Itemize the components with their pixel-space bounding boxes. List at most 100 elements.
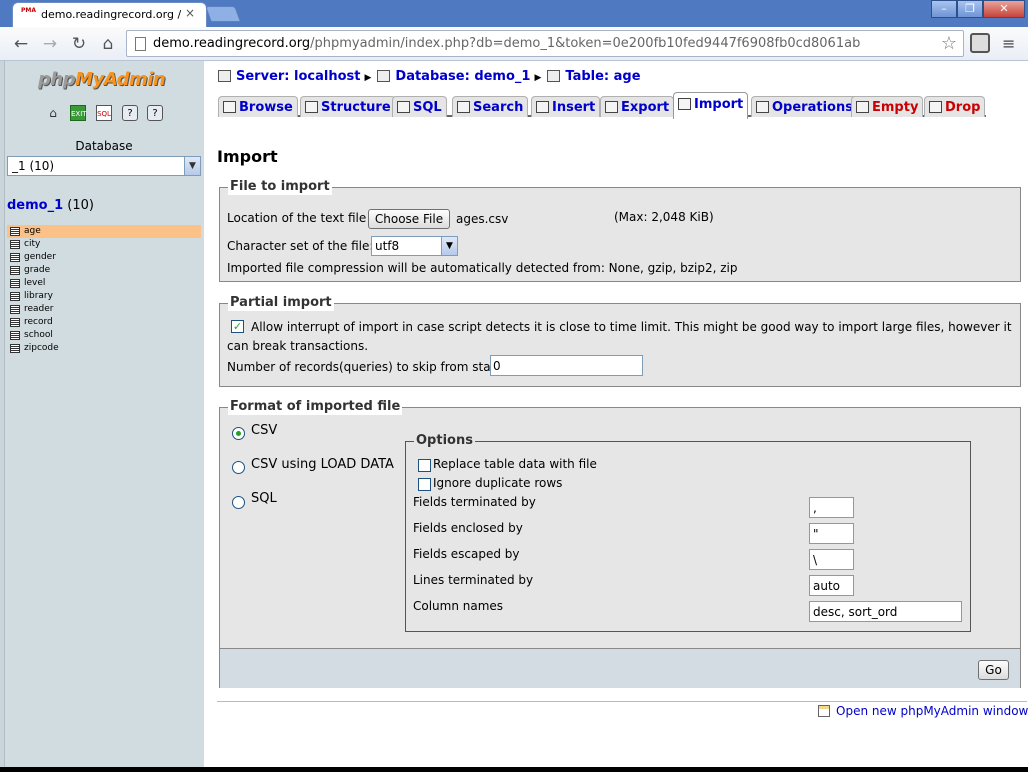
table-link[interactable]: reader (24, 304, 54, 314)
table-link[interactable]: grade (24, 265, 50, 275)
window-maximize-button[interactable]: ❐ (957, 0, 983, 18)
table-list-item[interactable]: reader (7, 303, 201, 316)
go-button[interactable]: Go (978, 660, 1009, 680)
format-radio-csv[interactable] (232, 427, 245, 440)
window-minimize-button[interactable]: – (931, 0, 957, 18)
tab-close-icon[interactable]: × (185, 6, 195, 20)
tab-export[interactable]: Export (600, 96, 675, 117)
table-list-item[interactable]: age (7, 225, 201, 238)
url-text[interactable]: demo.readingrecord.org/phpmyadmin/index.… (153, 36, 860, 51)
choose-file-button[interactable]: Choose File (368, 209, 450, 229)
tab-structure[interactable]: Structure (300, 96, 396, 117)
chrome-menu-icon[interactable]: ≡ (1002, 34, 1015, 53)
table-icon[interactable] (10, 318, 20, 327)
address-bar[interactable]: demo.readingrecord.org/phpmyadmin/index.… (126, 30, 964, 57)
format-radio-sql[interactable] (232, 496, 245, 509)
tab-insert[interactable]: Insert (531, 96, 601, 117)
lines-terminated-input[interactable]: auto (809, 575, 854, 596)
tab-drop[interactable]: Drop (924, 96, 986, 117)
sql-icon (397, 101, 410, 113)
database-link[interactable]: demo_1 (7, 198, 63, 213)
fields-terminated-label: Fields terminated by (413, 495, 536, 509)
format-label-sql[interactable]: SQL (251, 491, 277, 506)
home-icon[interactable]: ⌂ (97, 33, 119, 55)
ignore-duplicates-checkbox[interactable] (418, 478, 431, 491)
empty-icon (856, 101, 869, 113)
breadcrumb-database[interactable]: Database: demo_1 (395, 69, 530, 84)
table-link[interactable]: city (24, 239, 40, 249)
tab-import[interactable]: Import (673, 92, 749, 119)
navigation-scrollbar[interactable] (0, 61, 5, 772)
table-list-item[interactable]: level (7, 277, 201, 290)
screen-bottom-edge (0, 767, 1028, 772)
format-label-csv[interactable]: CSV (251, 423, 277, 438)
database-select[interactable]: _1 (10) ▼ (7, 156, 201, 176)
forward-arrow-icon[interactable]: → (39, 33, 61, 55)
table-list-item[interactable]: library (7, 290, 201, 303)
table-link[interactable]: age (24, 226, 41, 236)
tab-label: SQL (413, 100, 442, 115)
home-icon[interactable]: ⌂ (45, 105, 61, 121)
table-link[interactable]: school (24, 330, 53, 340)
browser-tab[interactable]: PMA demo.readingrecord.org / loc × (12, 2, 207, 28)
breadcrumb-separator-icon: ▶ (534, 73, 542, 83)
docs-icon[interactable]: ? (122, 105, 138, 121)
table-icon[interactable] (10, 266, 20, 275)
table-link[interactable]: gender (24, 252, 56, 262)
format-label-csv-load-data[interactable]: CSV using LOAD DATA (251, 457, 394, 472)
tab-sql[interactable]: SQL (392, 96, 447, 117)
charset-select-value: utf8 (375, 239, 400, 253)
new-tab-button[interactable] (205, 6, 241, 22)
table-icon[interactable] (10, 279, 20, 288)
table-list-item[interactable]: grade (7, 264, 201, 277)
open-new-window-link[interactable]: Open new phpMyAdmin window (818, 704, 1028, 718)
format-radio-csv-load-data[interactable] (232, 461, 245, 474)
tab-search[interactable]: Search (452, 96, 529, 117)
import-icon (678, 98, 691, 110)
fields-escaped-input[interactable]: \ (809, 549, 854, 570)
table-link[interactable]: zipcode (24, 343, 59, 353)
breadcrumb-server[interactable]: Server: localhost (236, 69, 360, 84)
charset-select[interactable]: utf8 ▼ (371, 236, 458, 256)
column-names-input[interactable]: desc, sort_ord (809, 601, 962, 622)
table-list-item[interactable]: gender (7, 251, 201, 264)
fields-enclosed-input[interactable]: " (809, 523, 854, 544)
replace-table-checkbox[interactable] (418, 459, 431, 472)
tab-operations[interactable]: Operations (751, 96, 858, 117)
table-icon[interactable] (10, 240, 20, 249)
table-icon[interactable] (10, 344, 20, 353)
pma-favicon-icon: PMA (21, 7, 37, 14)
tab-label: Import (694, 97, 744, 112)
table-icon[interactable] (10, 227, 20, 236)
file-to-import-fieldset: File to import Location of the text file… (219, 179, 1021, 282)
table-icon[interactable] (10, 292, 20, 301)
lines-terminated-label: Lines terminated by (413, 573, 534, 587)
bookmark-star-icon[interactable]: ☆ (941, 33, 957, 54)
table-list-item[interactable]: record (7, 316, 201, 329)
table-link[interactable]: level (24, 278, 45, 288)
tab-browse[interactable]: Browse (218, 96, 298, 117)
fields-terminated-input[interactable]: , (809, 497, 854, 518)
sql-query-icon[interactable]: SQL (96, 105, 112, 121)
skip-records-input[interactable]: 0 (490, 355, 643, 376)
breadcrumb-table[interactable]: Table: age (565, 69, 640, 84)
table-icon[interactable] (10, 305, 20, 314)
table-list-item[interactable]: school (7, 329, 201, 342)
extension-icon[interactable] (970, 33, 990, 53)
reload-icon[interactable]: ↻ (68, 33, 90, 55)
table-icon[interactable] (10, 253, 20, 262)
exit-icon[interactable]: EXIT (70, 105, 87, 121)
tab-label: Browse (239, 100, 293, 115)
allow-interrupt-checkbox[interactable]: ✓ (231, 320, 244, 333)
format-fieldset: Format of imported file CSV CSV using LO… (219, 399, 1021, 688)
window-close-button[interactable]: ✕ (983, 0, 1025, 18)
table-list-item[interactable]: city (7, 238, 201, 251)
query-window-icon[interactable]: ? (147, 105, 163, 121)
back-arrow-icon[interactable]: ← (10, 33, 32, 55)
table-icon[interactable] (10, 331, 20, 340)
table-link[interactable]: record (24, 317, 53, 327)
tab-empty[interactable]: Empty (851, 96, 924, 117)
table-list-item[interactable]: zipcode (7, 342, 201, 355)
phpmyadmin-logo[interactable]: phpMyAdmin (38, 69, 166, 90)
table-link[interactable]: library (24, 291, 53, 301)
